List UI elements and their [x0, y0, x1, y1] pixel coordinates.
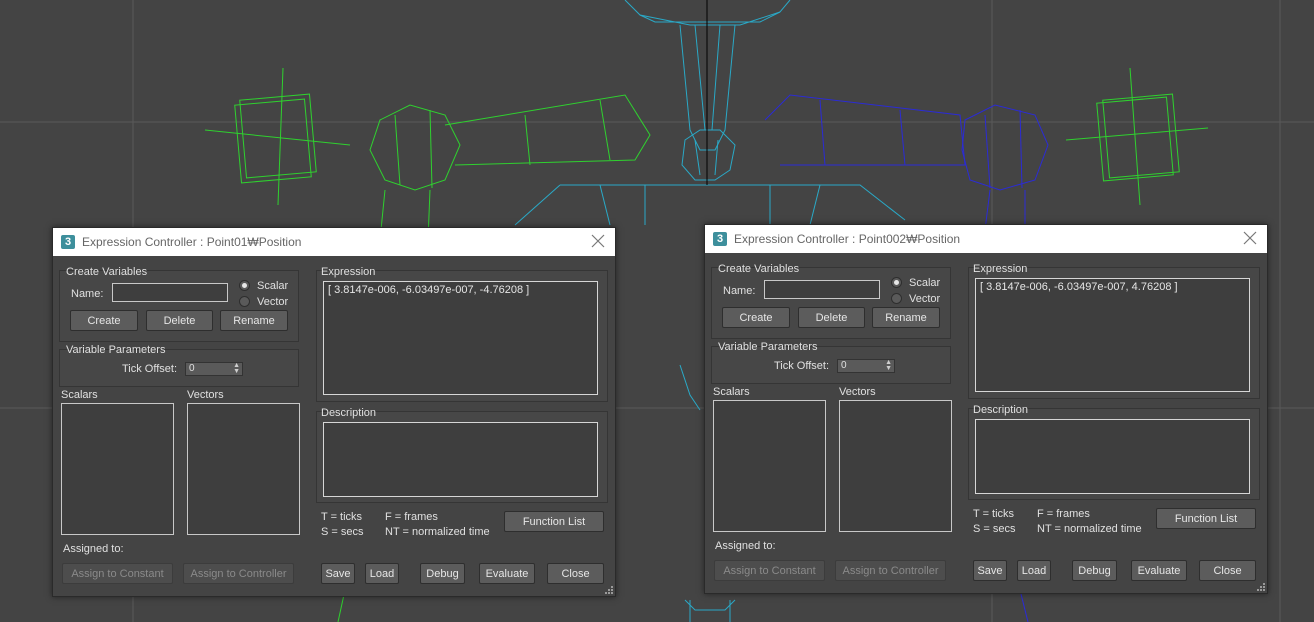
vector-radio[interactable]: [239, 296, 250, 307]
name-label: Name:: [723, 285, 756, 297]
debug-button[interactable]: Debug: [1072, 560, 1117, 581]
evaluate-button[interactable]: Evaluate: [479, 563, 535, 584]
evaluate-button[interactable]: Evaluate: [1131, 560, 1187, 581]
spinner-arrows-icon[interactable]: ▲ ▼: [885, 359, 892, 372]
scalar-radio-label: Scalar: [909, 277, 941, 289]
dialog-title: Expression Controller : Point002₩Positio…: [734, 232, 961, 246]
tick-offset-spinner[interactable]: 0 ▲ ▼: [837, 359, 895, 373]
legend-normalized-time: NT = normalized time: [1037, 523, 1142, 535]
assigned-to-label: Assigned to:: [715, 540, 776, 552]
dialog-titlebar[interactable]: 3 Expression Controller : Point002₩Posit…: [705, 225, 1267, 253]
dialog-title: Expression Controller : Point01₩Position: [82, 235, 302, 249]
resize-grip-icon[interactable]: [603, 584, 613, 594]
description-textarea[interactable]: [323, 422, 598, 497]
tick-offset-spinner[interactable]: 0 ▲ ▼: [185, 362, 243, 376]
dialog-titlebar[interactable]: 3 Expression Controller : Point01₩Positi…: [53, 228, 615, 256]
vector-radio[interactable]: [891, 293, 902, 304]
legend-frames: F = frames: [1037, 508, 1090, 520]
close-button[interactable]: Close: [547, 563, 604, 584]
save-button[interactable]: Save: [321, 563, 355, 584]
legend-normalized-time: NT = normalized time: [385, 526, 490, 538]
assign-to-constant-button[interactable]: Assign to Constant: [714, 560, 825, 581]
app-icon: 3: [713, 232, 727, 246]
function-list-button[interactable]: Function List: [504, 511, 604, 532]
tick-offset-value: 0: [189, 363, 195, 374]
scalar-radio-label: Scalar: [257, 280, 289, 292]
save-button[interactable]: Save: [973, 560, 1007, 581]
legend-secs: S = secs: [973, 523, 1016, 535]
vectors-list[interactable]: [187, 403, 300, 535]
spinner-arrows-icon[interactable]: ▲ ▼: [233, 362, 240, 375]
create-button[interactable]: Create: [722, 307, 790, 328]
expression-textarea[interactable]: [ 3.8147e-006, -6.03497e-007, -4.76208 ]: [323, 281, 598, 395]
assign-to-constant-button[interactable]: Assign to Constant: [62, 563, 173, 584]
close-icon[interactable]: [1241, 229, 1259, 247]
name-label: Name:: [71, 288, 104, 300]
load-button[interactable]: Load: [1017, 560, 1051, 581]
vectors-list[interactable]: [839, 400, 952, 532]
close-icon[interactable]: [589, 232, 607, 250]
app-icon: 3: [61, 235, 75, 249]
description-label: Description: [321, 407, 377, 419]
vectors-label: Vectors: [187, 389, 224, 401]
assign-to-controller-button[interactable]: Assign to Controller: [835, 560, 946, 581]
expression-textarea[interactable]: [ 3.8147e-006, -6.03497e-007, 4.76208 ]: [975, 278, 1250, 392]
green-helper-wireframe: [1065, 67, 1209, 206]
function-list-button[interactable]: Function List: [1156, 508, 1256, 529]
description-textarea[interactable]: [975, 419, 1250, 494]
scalars-list[interactable]: [713, 400, 826, 532]
description-label: Description: [973, 404, 1029, 416]
scalar-radio[interactable]: [891, 277, 902, 288]
create-variables-label: Create Variables: [718, 263, 800, 275]
variable-parameters-label: Variable Parameters: [66, 344, 166, 356]
create-button[interactable]: Create: [70, 310, 138, 331]
assigned-to-label: Assigned to:: [63, 543, 124, 555]
tick-offset-value: 0: [841, 360, 847, 371]
debug-button[interactable]: Debug: [420, 563, 465, 584]
variable-parameters-label: Variable Parameters: [718, 341, 818, 353]
delete-button[interactable]: Delete: [798, 307, 865, 328]
vector-radio-label: Vector: [257, 296, 289, 308]
tick-offset-label: Tick Offset:: [774, 360, 830, 372]
scalars-list[interactable]: [61, 403, 174, 535]
legend-ticks: T = ticks: [973, 508, 1015, 520]
vector-radio-label: Vector: [909, 293, 941, 305]
rename-button[interactable]: Rename: [872, 307, 940, 328]
legend-ticks: T = ticks: [321, 511, 363, 523]
legend-secs: S = secs: [321, 526, 364, 538]
assign-to-controller-button[interactable]: Assign to Controller: [183, 563, 294, 584]
expression-controller-dialog-2: 3 Expression Controller : Point002₩Posit…: [704, 224, 1268, 594]
scalars-label: Scalars: [713, 386, 750, 398]
rename-button[interactable]: Rename: [220, 310, 288, 331]
tick-offset-label: Tick Offset:: [122, 363, 178, 375]
scalars-label: Scalars: [61, 389, 98, 401]
legend-frames: F = frames: [385, 511, 438, 523]
expression-controller-dialog-1: 3 Expression Controller : Point01₩Positi…: [52, 227, 616, 597]
close-button[interactable]: Close: [1199, 560, 1256, 581]
create-variables-label: Create Variables: [66, 266, 148, 278]
load-button[interactable]: Load: [365, 563, 399, 584]
resize-grip-icon[interactable]: [1255, 581, 1265, 591]
name-input[interactable]: [764, 280, 880, 299]
expression-label: Expression: [973, 263, 1028, 275]
vectors-label: Vectors: [839, 386, 876, 398]
delete-button[interactable]: Delete: [146, 310, 213, 331]
scalar-radio[interactable]: [239, 280, 250, 291]
name-input[interactable]: [112, 283, 228, 302]
expression-label: Expression: [321, 266, 376, 278]
